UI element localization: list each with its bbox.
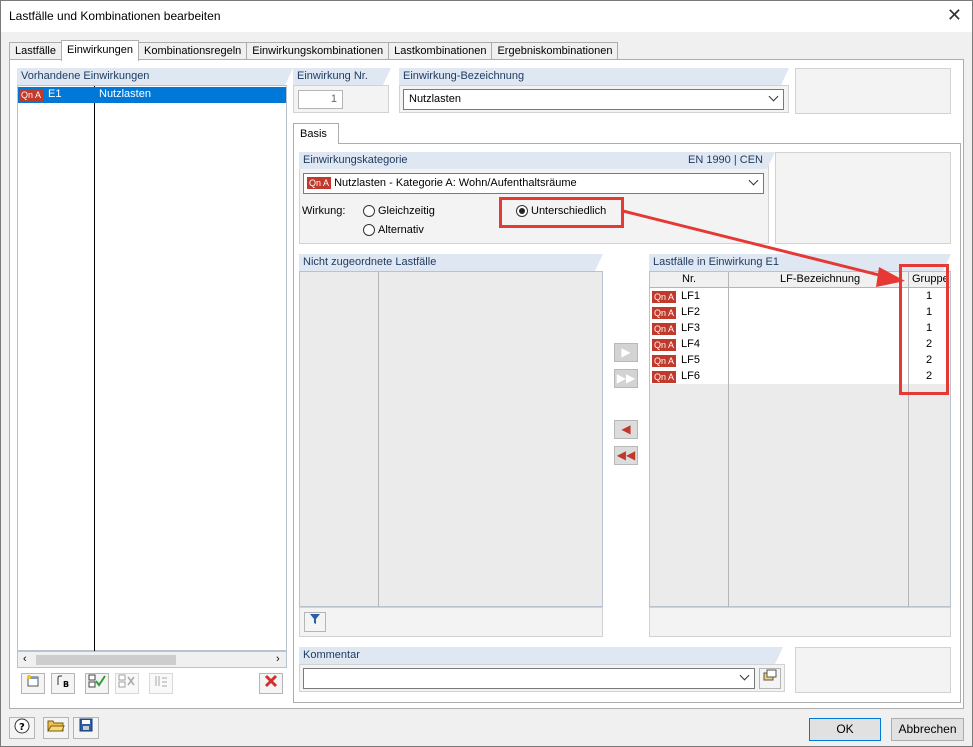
- save-icon[interactable]: [73, 717, 99, 739]
- new-einwirkung-icon[interactable]: [21, 673, 45, 694]
- einwirkung-id: E1: [48, 88, 62, 100]
- scrollbar-thumb[interactable]: [36, 655, 176, 665]
- radio-alternativ[interactable]: Alternativ: [363, 224, 424, 236]
- kategorie-value: Nutzlasten - Kategorie A: Wohn/Aufenthal…: [334, 177, 577, 189]
- kategorie-label: Einwirkungskategorie: [303, 154, 408, 166]
- info-panel-bottom: [795, 647, 951, 693]
- kategorie-norm: EN 1990 | CEN: [687, 154, 763, 166]
- einwirkung-nr-field[interactable]: 1: [298, 90, 343, 109]
- window-title: Lastfälle und Kombinationen bearbeiten: [9, 9, 221, 23]
- scroll-right-icon[interactable]: ›: [276, 653, 280, 665]
- check-all-icon[interactable]: [85, 673, 109, 694]
- list-item[interactable]: Qn A E1 Nutzlasten: [18, 87, 286, 103]
- filter-icon[interactable]: [304, 612, 326, 632]
- left-panel-header: Vorhandene Einwirkungen: [17, 68, 293, 85]
- move-left-button[interactable]: ◀: [614, 420, 638, 439]
- lf-nr: LF1: [681, 290, 700, 302]
- help-icon[interactable]: ?: [9, 717, 35, 739]
- horizontal-scrollbar[interactable]: ‹ ›: [17, 651, 287, 668]
- chevron-down-icon: [748, 175, 759, 186]
- radio-dot: [363, 205, 375, 217]
- cancel-button[interactable]: Abbrechen: [891, 718, 964, 741]
- delete-icon[interactable]: [259, 673, 283, 694]
- einwirkung-bez-label: Einwirkung-Bezeichnung: [399, 68, 789, 85]
- radio-gleichzeitig[interactable]: Gleichzeitig: [363, 205, 435, 217]
- dialog-window: Lastfälle und Kombinationen bearbeiten ✕…: [0, 0, 973, 747]
- qna-badge: Qn A: [652, 323, 677, 336]
- einwirkung-bez-combo[interactable]: Nutzlasten: [403, 89, 784, 110]
- einwirkung-bez-panel: Nutzlasten: [399, 85, 789, 113]
- lf-nr: LF4: [681, 338, 700, 350]
- einwirkung-nr-panel: 1: [293, 85, 389, 113]
- column-divider: [378, 272, 379, 608]
- kommentar-library-icon[interactable]: [759, 668, 781, 689]
- renumber-icon[interactable]: [149, 673, 173, 694]
- move-all-right-button[interactable]: ▶▶: [614, 369, 638, 388]
- nicht-zugeordnet-toolbar: [299, 607, 603, 637]
- rename-icon[interactable]: B: [51, 673, 75, 694]
- qna-badge: Qn A: [307, 177, 332, 190]
- radio-gleichzeitig-label: Gleichzeitig: [378, 205, 435, 217]
- nicht-zugeordnet-list[interactable]: [299, 271, 603, 608]
- move-right-button[interactable]: ▶: [614, 343, 638, 362]
- qna-badge: Qn A: [652, 339, 677, 352]
- qna-badge: Qn A: [19, 89, 44, 102]
- wirkung-label: Wirkung:: [302, 205, 346, 217]
- lf-nr: LF3: [681, 322, 700, 334]
- column-divider: [94, 86, 95, 651]
- radio-alternativ-label: Alternativ: [378, 224, 424, 236]
- kategorie-combo[interactable]: Qn A Nutzlasten - Kategorie A: Wohn/Aufe…: [303, 173, 764, 194]
- qna-badge: Qn A: [652, 355, 677, 368]
- highlight-unterschiedlich: [499, 197, 624, 228]
- chevron-down-icon: [768, 91, 779, 102]
- move-all-left-button[interactable]: ◀◀: [614, 446, 638, 465]
- radio-dot: [363, 224, 375, 236]
- kommentar-label: Kommentar: [299, 647, 783, 664]
- info-panel-top: [795, 68, 951, 114]
- qna-badge: Qn A: [652, 307, 677, 320]
- lastfaelle-footer: [649, 607, 951, 637]
- open-icon[interactable]: [43, 717, 69, 739]
- kommentar-panel: [299, 664, 785, 692]
- annotation-arrow: [622, 209, 905, 287]
- einwirkung-nr-label: Einwirkung Nr.: [293, 68, 391, 85]
- qna-badge: Qn A: [652, 371, 677, 384]
- tab-basis[interactable]: Basis: [293, 123, 339, 144]
- einwirkung-bez-value: Nutzlasten: [409, 93, 461, 105]
- chevron-down-icon: [739, 670, 750, 681]
- tab-bar: Lastfälle Einwirkungen Kombinationsregel…: [9, 40, 619, 61]
- svg-text:B: B: [63, 680, 69, 688]
- einwirkung-name: Nutzlasten: [99, 88, 151, 100]
- close-icon[interactable]: ✕: [947, 5, 962, 26]
- lf-nr: LF5: [681, 354, 700, 366]
- ok-button[interactable]: OK: [809, 718, 881, 741]
- einwirkungen-list[interactable]: Qn A E1 Nutzlasten: [17, 85, 287, 651]
- svg-text:?: ?: [19, 722, 25, 733]
- lf-nr: LF2: [681, 306, 700, 318]
- tab-einwirkungen[interactable]: Einwirkungen: [60, 40, 140, 61]
- lf-nr: LF6: [681, 370, 700, 382]
- title-bar: Lastfälle und Kombinationen bearbeiten ✕: [1, 1, 972, 32]
- qna-badge: Qn A: [652, 291, 677, 304]
- uncheck-all-icon[interactable]: [115, 673, 139, 694]
- kategorie-header: Einwirkungskategorie EN 1990 | CEN: [299, 152, 775, 169]
- kommentar-combo[interactable]: [303, 668, 755, 689]
- nicht-zugeordnet-header: Nicht zugeordnete Lastfälle: [299, 254, 603, 271]
- scroll-left-icon[interactable]: ‹: [23, 653, 27, 665]
